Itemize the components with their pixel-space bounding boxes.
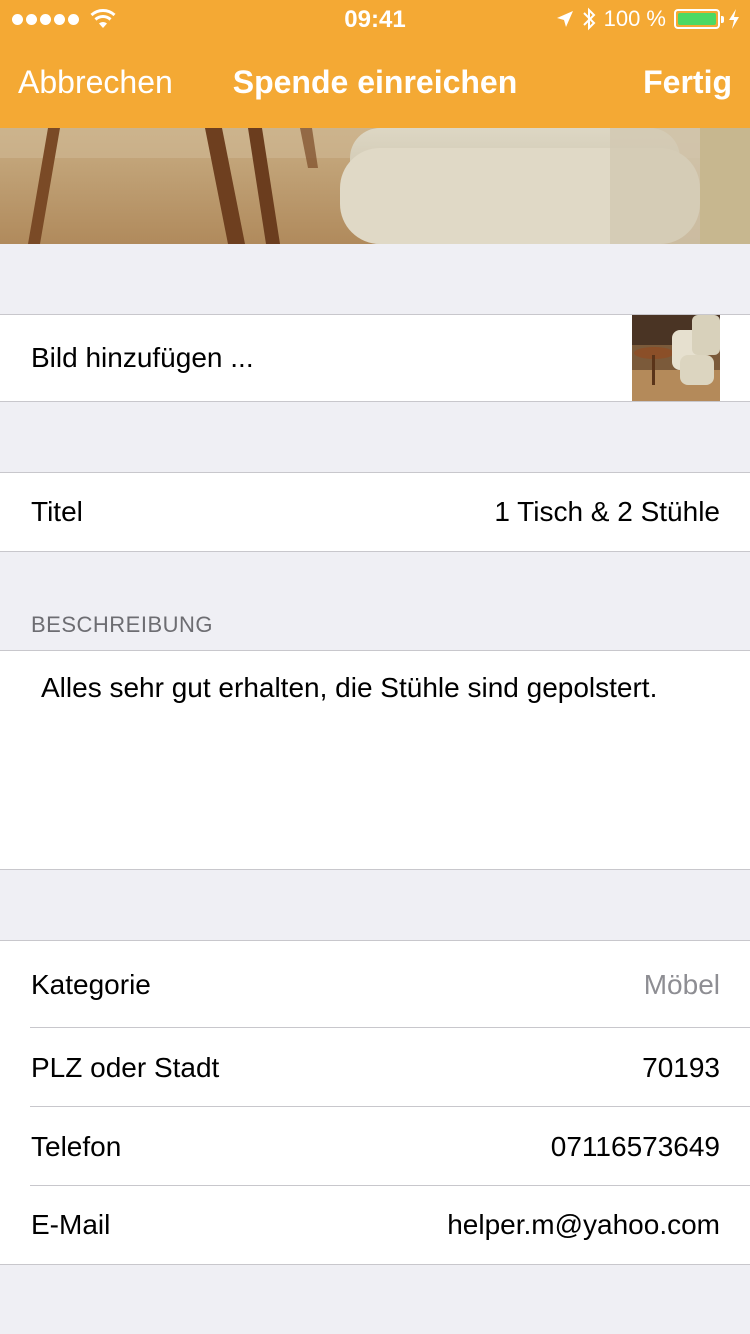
phone-value[interactable]: 07116573649 bbox=[551, 1107, 720, 1186]
description-textarea[interactable]: Alles sehr gut erhalten, die Stühle sind… bbox=[0, 650, 750, 870]
postal-code-cell[interactable]: PLZ oder Stadt 70193 bbox=[0, 1028, 750, 1107]
category-label: Kategorie bbox=[31, 969, 151, 1000]
email-value[interactable]: helper.m@yahoo.com bbox=[447, 1186, 720, 1264]
battery-percentage: 100 % bbox=[603, 6, 666, 31]
furniture-photo-image bbox=[0, 128, 750, 244]
postal-code-value[interactable]: 70193 bbox=[642, 1028, 720, 1107]
page-title: Spende einreichen bbox=[232, 64, 518, 100]
status-right: 100 % bbox=[556, 6, 740, 32]
phone-cell[interactable]: Telefon 07116573649 bbox=[0, 1107, 750, 1186]
header-photo bbox=[0, 128, 750, 244]
navigation-bar: Abbrechen Spende einreichen Fertig bbox=[0, 40, 750, 128]
category-cell[interactable]: Kategorie Möbel bbox=[0, 941, 750, 1028]
email-cell[interactable]: E-Mail helper.m@yahoo.com bbox=[0, 1186, 750, 1264]
phone-label: Telefon bbox=[31, 1131, 122, 1162]
done-button[interactable]: Fertig bbox=[643, 64, 732, 101]
add-image-group: Bild hinzufügen ... bbox=[0, 314, 750, 402]
status-bar: 09:41 100 % bbox=[0, 0, 750, 40]
title-label: Titel bbox=[31, 496, 83, 527]
title-value[interactable]: 1 Tisch & 2 Stühle bbox=[494, 473, 720, 551]
title-cell[interactable]: Titel 1 Tisch & 2 Stühle bbox=[0, 473, 750, 551]
screen: 09:41 100 % Abbrechen Spende einreichen … bbox=[0, 0, 750, 1334]
email-label: E-Mail bbox=[31, 1209, 111, 1240]
add-image-cell[interactable]: Bild hinzufügen ... bbox=[0, 315, 750, 401]
category-value: Möbel bbox=[643, 969, 720, 1000]
bluetooth-icon bbox=[582, 7, 596, 31]
image-thumbnail[interactable] bbox=[632, 315, 720, 401]
title-group: Titel 1 Tisch & 2 Stühle bbox=[0, 472, 750, 552]
location-arrow-icon bbox=[556, 11, 573, 27]
top-bar: 09:41 100 % Abbrechen Spende einreichen … bbox=[0, 0, 750, 128]
battery-icon bbox=[674, 9, 724, 29]
details-group: Kategorie Möbel PLZ oder Stadt 70193 Tel… bbox=[0, 940, 750, 1265]
description-section-header: BESCHREIBUNG bbox=[31, 612, 214, 637]
charging-bolt-icon bbox=[729, 9, 739, 29]
postal-code-label: PLZ oder Stadt bbox=[31, 1052, 220, 1083]
add-image-label: Bild hinzufügen ... bbox=[31, 342, 254, 373]
description-text: Alles sehr gut erhalten, die Stühle sind… bbox=[41, 672, 658, 703]
